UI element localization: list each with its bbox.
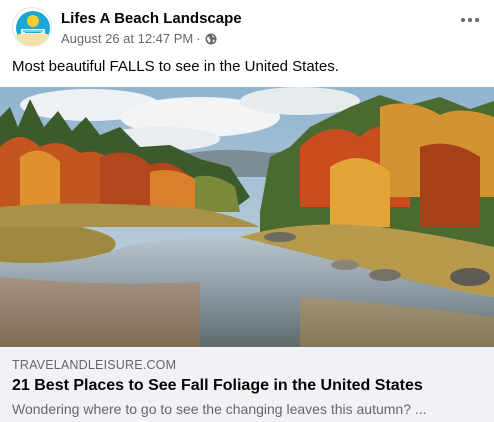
- link-preview-image[interactable]: [0, 87, 494, 347]
- link-domain: TRAVELANDLEISURE.COM: [12, 358, 177, 372]
- facebook-post: Lifes A Beach Landscape August 26 at 12:…: [0, 0, 494, 422]
- post-meta: August 26 at 12:47 PM ·: [61, 31, 217, 46]
- page-avatar[interactable]: [12, 7, 52, 47]
- link-description: Wondering where to go to see the changin…: [12, 401, 427, 417]
- beach-logo-icon: [13, 8, 51, 46]
- post-timestamp[interactable]: August 26 at 12:47 PM: [61, 31, 193, 46]
- link-preview-footer[interactable]: TRAVELANDLEISURE.COM 21 Best Places to S…: [0, 347, 494, 422]
- more-options-icon[interactable]: [458, 12, 482, 28]
- link-title[interactable]: 21 Best Places to See Fall Foliage in th…: [12, 377, 423, 395]
- post-header: Lifes A Beach Landscape August 26 at 12:…: [12, 6, 482, 50]
- globe-icon[interactable]: [205, 33, 217, 45]
- page-name[interactable]: Lifes A Beach Landscape: [61, 10, 242, 27]
- post-caption: Most beautiful FALLS to see in the Unite…: [12, 58, 339, 75]
- meta-separator: ·: [196, 31, 201, 46]
